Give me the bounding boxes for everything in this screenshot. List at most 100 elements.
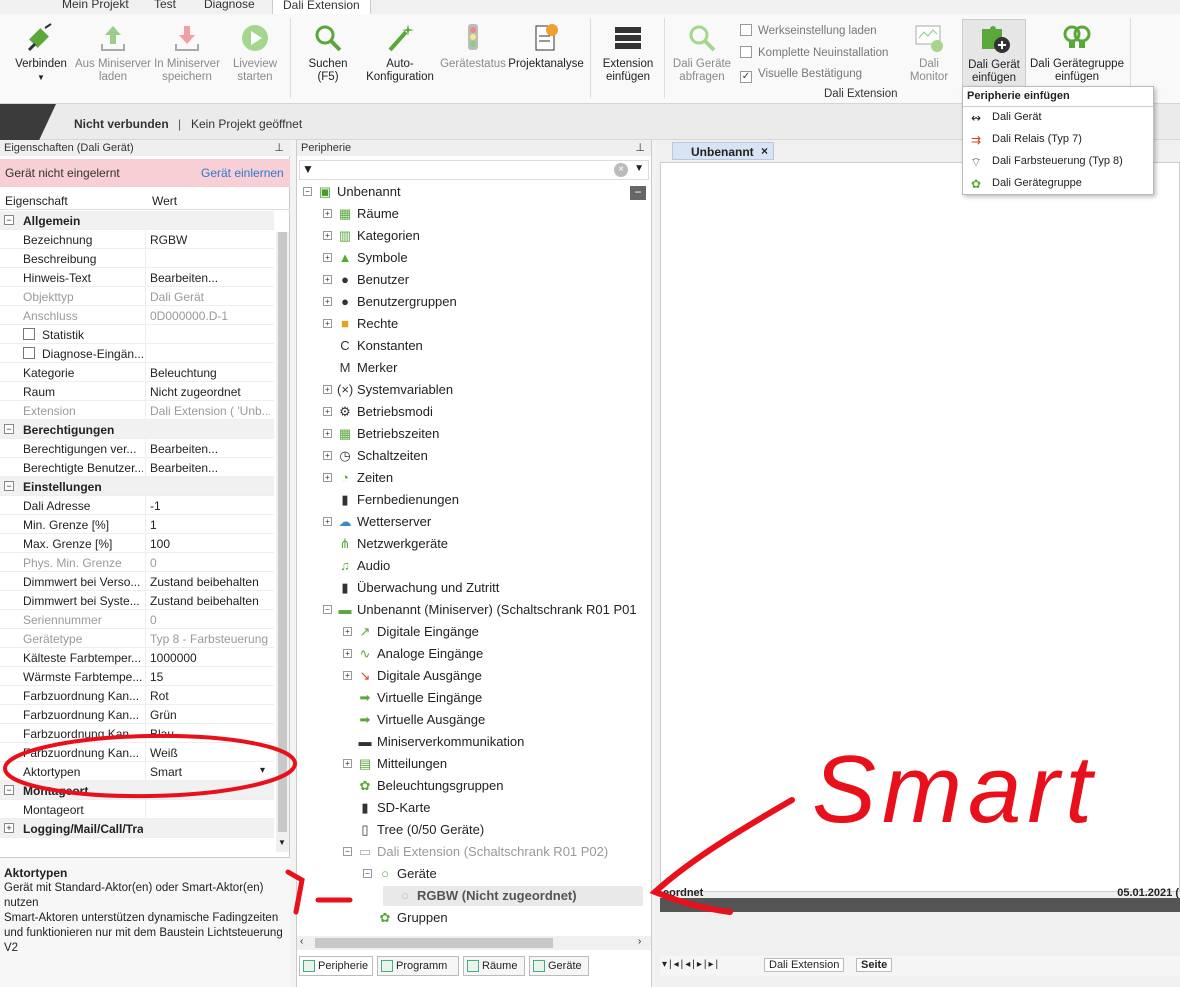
property-value[interactable]: Zustand beibehalten	[150, 594, 270, 608]
insert-extension-button[interactable]: Extension einfügen	[596, 22, 660, 84]
property-row[interactable]: Farbzuordnung Kan... Blau	[0, 724, 274, 743]
tree-node[interactable]: + ■ Rechte	[323, 314, 643, 334]
menu-item-dali-relais[interactable]: ⇉ Dali Relais (Typ 7)	[963, 129, 1153, 151]
property-row[interactable]: Objekttyp Dali Gerät	[0, 287, 274, 306]
collapse-icon[interactable]: −	[4, 424, 14, 434]
property-value[interactable]: RGBW	[150, 233, 270, 247]
tree-node[interactable]: + ▤ Mitteilungen	[343, 754, 643, 774]
document-tab[interactable]: Unbenannt ×	[672, 142, 774, 160]
collapse-icon[interactable]: −	[323, 605, 332, 614]
tree-node[interactable]: + ◷ Schaltzeiten	[323, 446, 643, 466]
tab-dali-extension[interactable]: Dali Extension	[272, 0, 371, 14]
collapse-icon[interactable]: −	[4, 481, 14, 491]
property-row[interactable]: Raum Nicht zugeordnet	[0, 382, 274, 401]
expand-icon[interactable]: +	[323, 319, 332, 328]
search-button[interactable]: Suchen (F5)	[300, 22, 356, 84]
tree-node[interactable]: ▮ SD-Karte	[343, 798, 643, 818]
property-row[interactable]: Phys. Min. Grenze 0	[0, 553, 274, 572]
property-row[interactable]: Hinweis-Text Bearbeiten...	[0, 268, 274, 287]
property-category[interactable]: − Berechtigungen	[0, 420, 274, 439]
liveview-button[interactable]: Liveview starten	[226, 22, 284, 84]
save-to-miniserver-button[interactable]: In Miniserver speichern	[152, 22, 222, 84]
property-value[interactable]: Zustand beibehalten	[150, 575, 270, 589]
menu-item-dali-geraet[interactable]: ↭ Dali Gerät	[963, 107, 1153, 129]
property-row[interactable]: Kälteste Farbtemper... 1000000	[0, 648, 274, 667]
load-from-miniserver-button[interactable]: Aus Miniserver laden	[74, 22, 152, 84]
tab-mein-projekt[interactable]: Mein Projekt	[62, 0, 129, 11]
collapse-icon[interactable]: −	[343, 847, 352, 856]
property-value[interactable]: Bearbeiten...	[150, 442, 270, 456]
property-row[interactable]: Farbzuordnung Kan... Rot	[0, 686, 274, 705]
property-row[interactable]: Farbzuordnung Kan... Grün	[0, 705, 274, 724]
tree-node[interactable]: ⋔ Netzwerkgeräte	[323, 534, 643, 554]
project-analysis-button[interactable]: Projektanalyse	[508, 22, 584, 71]
tree-node[interactable]: ♫ Audio	[323, 556, 643, 576]
dali-monitor-button[interactable]: Dali Monitor	[902, 22, 956, 84]
property-checkbox[interactable]	[23, 347, 35, 359]
property-value[interactable]: -1	[150, 499, 270, 513]
tree-node[interactable]: ✿ Beleuchtungsgruppen	[343, 776, 643, 796]
drawing-page[interactable]: eordnet 05.01.2021 (	[660, 162, 1180, 899]
property-row[interactable]: Dimmwert bei Verso... Zustand beibehalten	[0, 572, 274, 591]
expand-icon[interactable]: +	[343, 759, 352, 768]
connect-button[interactable]: Verbinden ▼	[10, 22, 72, 84]
property-value[interactable]: Beleuchtung	[150, 366, 270, 380]
property-checkbox[interactable]	[23, 328, 35, 340]
expand-icon[interactable]: +	[323, 451, 332, 460]
scrollbar-thumb[interactable]	[315, 938, 553, 948]
property-row[interactable]: Extension Dali Extension ( 'Unb...	[0, 401, 274, 420]
property-value[interactable]: 0D000000.D-1	[150, 309, 270, 323]
tree-node[interactable]: ▮ Fernbedienungen	[323, 490, 643, 510]
property-value[interactable]: 0	[150, 556, 270, 570]
collapse-icon[interactable]: −	[303, 187, 312, 196]
expand-icon[interactable]: +	[343, 627, 352, 636]
tree-node[interactable]: ▮ Überwachung und Zutritt	[323, 578, 643, 598]
property-category[interactable]: − Montageort	[0, 781, 274, 800]
property-row[interactable]: Max. Grenze [%] 100	[0, 534, 274, 553]
expand-icon[interactable]: +	[323, 517, 332, 526]
property-row[interactable]: Aktortypen Smart ▾	[0, 762, 274, 781]
expand-icon[interactable]: +	[323, 297, 332, 306]
tree-node[interactable]: − ▭ Dali Extension (Schaltschrank R01 P02)	[343, 842, 643, 862]
page-tab-dali-extension[interactable]: Dali Extension	[764, 958, 845, 972]
chevron-down-icon[interactable]: ▼	[634, 163, 644, 174]
property-value[interactable]: Nicht zugeordnet	[150, 385, 270, 399]
property-value[interactable]: Smart	[150, 765, 270, 779]
tree-node[interactable]: − ▣ Unbenannt	[303, 182, 643, 202]
expand-icon[interactable]: +	[323, 385, 332, 394]
property-row[interactable]: Wärmste Farbtempe... 15	[0, 667, 274, 686]
pin-icon[interactable]: ⊥	[274, 141, 284, 154]
property-row[interactable]: Berechtigungen ver... Bearbeiten...	[0, 439, 274, 458]
chevron-down-icon[interactable]: ▾	[260, 765, 265, 776]
expand-icon[interactable]: +	[343, 671, 352, 680]
property-value[interactable]: Dali Gerät	[150, 290, 270, 304]
close-icon[interactable]: ×	[761, 144, 768, 158]
expand-icon[interactable]: +	[323, 275, 332, 284]
filter-box[interactable]: ▼ × ▼	[299, 160, 649, 180]
expand-icon[interactable]: +	[323, 231, 332, 240]
property-value[interactable]: Bearbeiten...	[150, 271, 270, 285]
insert-dali-group-button[interactable]: Dali Gerätegruppe einfügen	[1028, 22, 1126, 84]
page-tab-seite[interactable]: Seite	[856, 958, 893, 972]
property-value[interactable]: 1000000	[150, 651, 270, 665]
factory-reset-checkbox[interactable]: Werkseinstellung laden	[740, 24, 877, 37]
property-row[interactable]: Diagnose-Eingän...	[0, 344, 274, 363]
property-row[interactable]: Dali Adresse -1	[0, 496, 274, 515]
tree-node[interactable]: + ● Benutzer	[323, 270, 643, 290]
tree-node[interactable]: ✿ Gruppen	[363, 908, 643, 928]
expand-icon[interactable]: +	[4, 823, 14, 833]
property-row[interactable]: Gerätetype Typ 8 - Farbsteuerung	[0, 629, 274, 648]
property-value[interactable]: Rot	[150, 689, 270, 703]
query-dali-devices-button[interactable]: Dali Geräte abfragen	[668, 22, 736, 84]
page-nav-arrows[interactable]: ▾|◂|◂|▸|▸|	[662, 959, 720, 970]
auto-config-button[interactable]: Auto- Konfiguration	[360, 22, 440, 84]
property-value[interactable]: 15	[150, 670, 270, 684]
tree-node[interactable]: M Merker	[323, 358, 643, 378]
property-value[interactable]: Dali Extension ( 'Unb...	[150, 404, 270, 418]
tree-node[interactable]: + ↗ Digitale Eingänge	[343, 622, 643, 642]
property-category[interactable]: + Logging/Mail/Call/Track	[0, 819, 274, 838]
tree-node[interactable]: C Konstanten	[323, 336, 643, 356]
property-value[interactable]: 0	[150, 613, 270, 627]
tab-programm[interactable]: Programm	[377, 956, 459, 976]
menu-item-dali-farbsteuerung[interactable]: ⌔ Dali Farbsteuerung (Typ 8)	[963, 151, 1153, 173]
